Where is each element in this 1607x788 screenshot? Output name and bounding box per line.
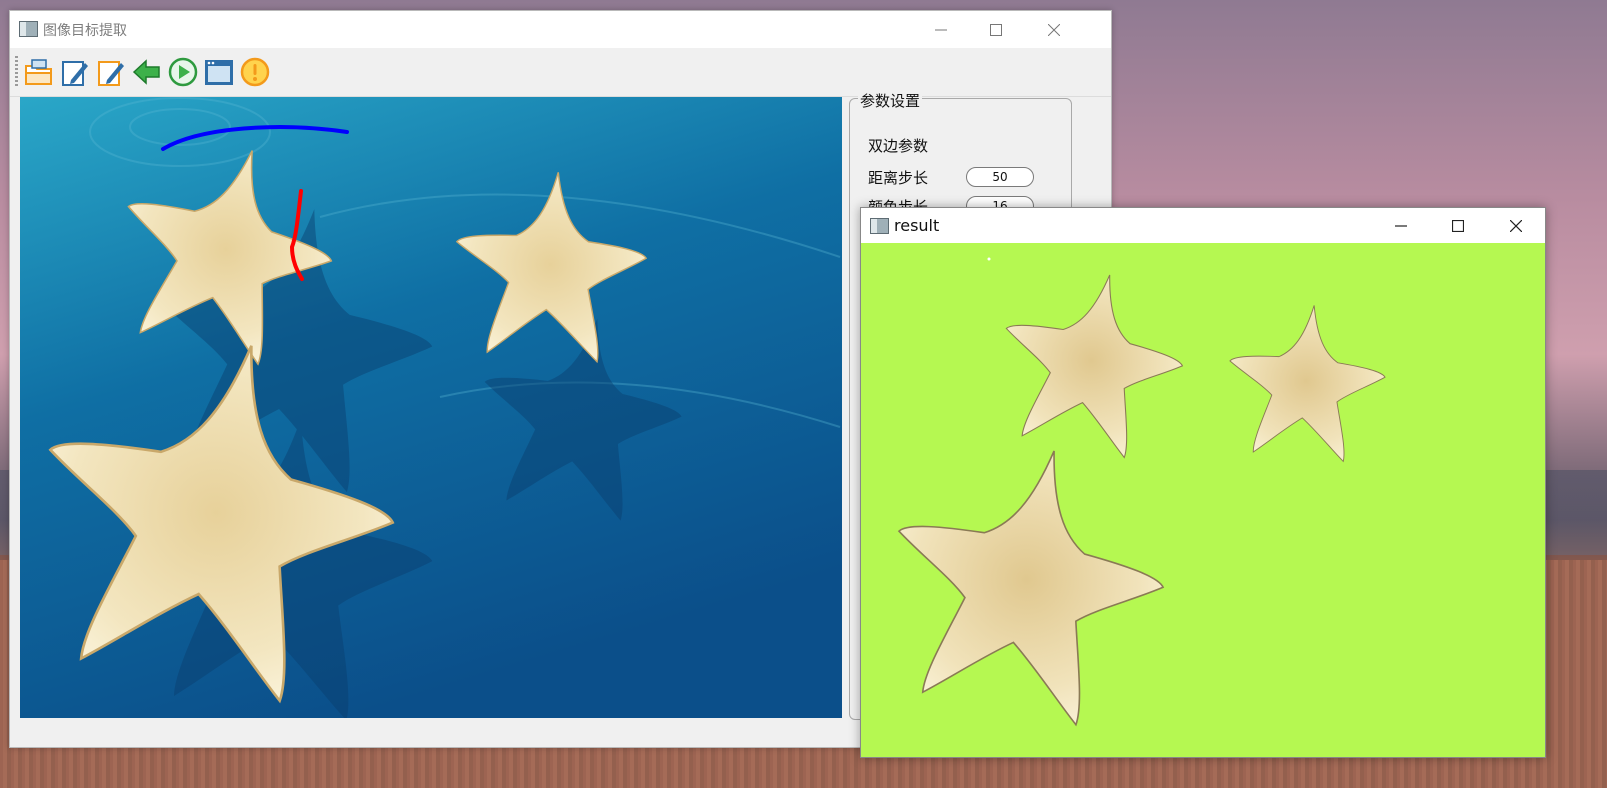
about-button[interactable] xyxy=(239,56,271,88)
bilateral-section-label: 双边参数 xyxy=(868,137,929,155)
play-icon xyxy=(168,57,198,87)
window-icon xyxy=(205,60,233,85)
distance-step-label: 距离步长 xyxy=(868,169,929,187)
result-window: result xyxy=(860,207,1546,758)
result-app-icon xyxy=(870,218,889,234)
back-button[interactable] xyxy=(131,56,163,88)
maximize-icon xyxy=(1452,219,1464,232)
main-window-title: 图像目标提取 xyxy=(43,23,127,39)
result-minimize-button[interactable] xyxy=(1373,208,1429,243)
app-icon xyxy=(19,21,38,37)
edit-doc-orange-icon xyxy=(98,61,124,86)
edit-orange-button[interactable] xyxy=(95,56,127,88)
minimize-button[interactable] xyxy=(913,11,969,48)
starfish-source-image[interactable] xyxy=(20,97,842,718)
result-maximize-button[interactable] xyxy=(1430,208,1486,243)
minimize-icon xyxy=(1395,224,1407,227)
close-button[interactable] xyxy=(1026,11,1082,48)
extracted-starfish-image xyxy=(866,255,1393,738)
params-group-title: 参数设置 xyxy=(858,90,923,111)
result-image-view[interactable] xyxy=(861,243,1545,757)
result-window-title: result xyxy=(894,216,940,235)
toolbar xyxy=(10,48,1111,97)
maximize-button[interactable] xyxy=(968,11,1024,48)
window-button[interactable] xyxy=(203,56,235,88)
open-folder-button[interactable] xyxy=(23,56,55,88)
warning-icon xyxy=(240,57,270,87)
close-icon xyxy=(1048,23,1060,36)
edit-button[interactable] xyxy=(59,56,91,88)
edit-doc-icon xyxy=(62,61,88,86)
result-close-button[interactable] xyxy=(1488,208,1544,243)
minimize-icon xyxy=(935,29,947,30)
run-button[interactable] xyxy=(167,56,199,88)
open-folder-icon xyxy=(25,59,52,85)
maximize-icon xyxy=(990,23,1002,36)
main-titlebar[interactable]: 图像目标提取 xyxy=(10,11,1111,48)
result-titlebar[interactable]: result xyxy=(861,208,1545,243)
source-image-view[interactable] xyxy=(20,97,842,718)
back-arrow-icon xyxy=(132,59,160,85)
close-icon xyxy=(1510,219,1522,232)
toolbar-grip[interactable] xyxy=(15,56,18,86)
distance-step-field[interactable]: 50 xyxy=(966,167,1034,187)
